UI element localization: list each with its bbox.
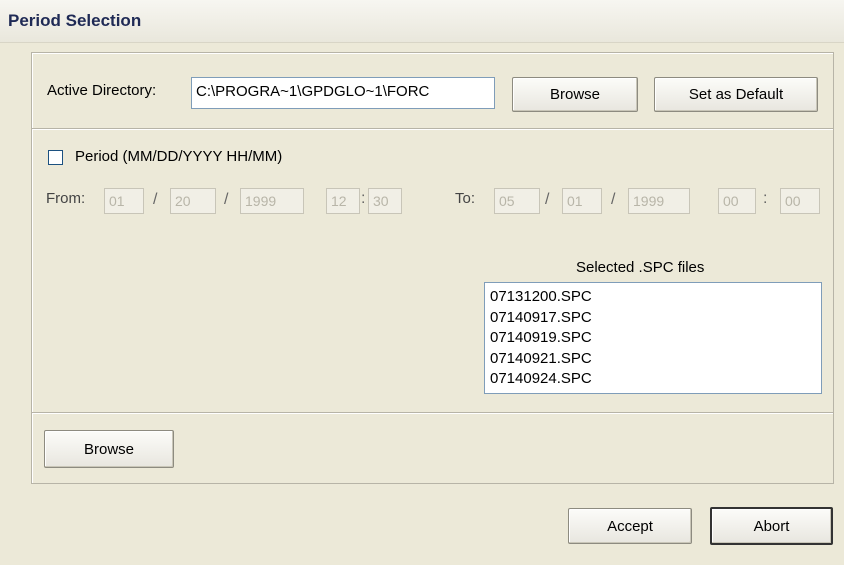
accept-button[interactable]: Accept	[568, 508, 692, 544]
file-list-item[interactable]: 07131200.SPC	[490, 287, 816, 308]
divider-bottom	[32, 412, 833, 413]
browse-files-button[interactable]: Browse	[44, 430, 174, 468]
active-directory-field[interactable]: C:\PROGRA~1\GPDGLO~1\FORC	[191, 77, 495, 109]
window-edge	[844, 0, 851, 565]
from-hour-field[interactable]: 12	[326, 188, 360, 214]
from-year-field[interactable]: 1999	[240, 188, 304, 214]
from-date-separator-2: /	[224, 191, 229, 208]
from-month-field[interactable]: 01	[104, 188, 144, 214]
file-list-item[interactable]: 07140919.SPC	[490, 328, 816, 349]
active-directory-label: Active Directory:	[47, 82, 157, 99]
to-hour-field[interactable]: 00	[718, 188, 756, 214]
selected-files-list[interactable]: 07131200.SPC 07140917.SPC 07140919.SPC 0714…	[484, 282, 822, 394]
from-time-separator: :	[361, 190, 366, 207]
selected-files-label: Selected .SPC files	[576, 259, 705, 276]
from-minute-field[interactable]: 30	[368, 188, 402, 214]
title-bar: Period Selection	[0, 0, 851, 43]
divider-top	[32, 128, 833, 129]
to-year-field[interactable]: 1999	[628, 188, 690, 214]
abort-button[interactable]: Abort	[710, 507, 833, 545]
from-day-field[interactable]: 20	[170, 188, 216, 214]
set-as-default-button[interactable]: Set as Default	[654, 77, 818, 112]
file-list-item[interactable]: 07140921.SPC	[490, 349, 816, 370]
to-month-field[interactable]: 05	[494, 188, 540, 214]
from-label: From:	[46, 190, 86, 207]
to-date-separator-2: /	[611, 191, 616, 208]
to-day-field[interactable]: 01	[562, 188, 602, 214]
to-label: To:	[455, 190, 476, 207]
from-date-separator-1: /	[153, 191, 158, 208]
to-minute-field[interactable]: 00	[780, 188, 820, 214]
browse-directory-button[interactable]: Browse	[512, 77, 638, 112]
window-title: Period Selection	[8, 11, 142, 30]
main-group	[31, 52, 834, 484]
period-checkbox[interactable]	[48, 150, 63, 165]
period-selection-dialog: Period Selection Active Directory: C:\PR…	[0, 0, 851, 565]
period-checkbox-label: Period (MM/DD/YYYY HH/MM)	[75, 148, 283, 165]
to-date-separator-1: /	[545, 191, 550, 208]
to-time-separator: :	[763, 190, 768, 207]
file-list-item[interactable]: 07140917.SPC	[490, 308, 816, 329]
file-list-item[interactable]: 07140924.SPC	[490, 369, 816, 390]
